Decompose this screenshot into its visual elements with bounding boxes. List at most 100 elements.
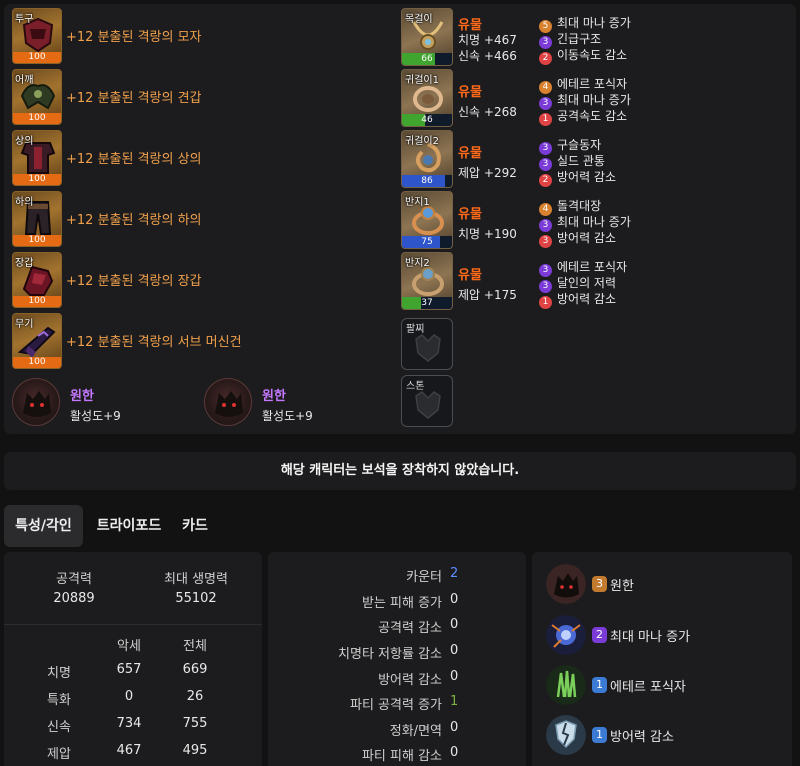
accessory-slot-label: 반지2 bbox=[405, 258, 430, 269]
stat-accessory: 467 bbox=[116, 743, 142, 758]
col-header-total: 전체 bbox=[183, 639, 207, 654]
broken-shield-icon bbox=[546, 715, 586, 755]
quality-bar: 100 bbox=[13, 113, 61, 124]
accessory-stat: 신속 +268 bbox=[458, 105, 517, 119]
ability-stone-stat: 활성도+9 bbox=[262, 409, 313, 423]
placeholder-emblem-icon bbox=[415, 391, 441, 419]
beast-icon bbox=[204, 378, 252, 426]
accessory-earring-1[interactable]: 귀걸이1 46 유물 신속 +268 4 에테르 포식자 3 최대 마나 증가 1공… bbox=[401, 69, 791, 127]
divider bbox=[4, 624, 262, 625]
gear-slot-label: 하의 bbox=[15, 197, 34, 208]
accessory-stat: 치명 +467 bbox=[458, 33, 517, 47]
engraving-name: 최대 마나 증가 bbox=[610, 630, 691, 645]
quality-bar: 100 bbox=[13, 52, 61, 63]
engraving-name: 방어력 감소 bbox=[610, 730, 674, 745]
engraving-line: 1 공격속도 감소 bbox=[539, 107, 627, 126]
stat-total: 26 bbox=[186, 689, 204, 704]
shoulder-armor-icon: 어깨 100 bbox=[12, 69, 62, 125]
tab-cards[interactable]: 카드 bbox=[175, 505, 215, 547]
helmet-icon: 투구 100 bbox=[12, 8, 62, 64]
quality-bar: 100 bbox=[13, 174, 61, 185]
stat-name: 제압 bbox=[47, 747, 71, 762]
engraving-item[interactable]: 3 원한 bbox=[546, 564, 786, 604]
quality-bar: 46 bbox=[402, 114, 452, 126]
beast-icon bbox=[546, 564, 586, 604]
earring-icon: 귀걸이2 86 bbox=[401, 130, 453, 188]
stat-accessory: 0 bbox=[124, 689, 134, 704]
pants-armor-icon: 하의 100 bbox=[12, 191, 62, 247]
accessory-grade: 유물 bbox=[458, 268, 482, 283]
accessory-grade: 유물 bbox=[458, 146, 482, 161]
accessory-stat: 신속 +466 bbox=[458, 49, 517, 63]
stat-total: 669 bbox=[182, 662, 208, 677]
gear-name: +12 분출된 격랑의 모자 bbox=[66, 30, 202, 45]
stat-name: 특화 bbox=[47, 693, 71, 708]
engraving-name: 원한 bbox=[610, 579, 634, 594]
gear-item-shoulder[interactable]: 어깨 100 +12 분출된 격랑의 견갑 bbox=[12, 69, 392, 127]
gear-name: +12 분출된 격랑의 서브 머신건 bbox=[66, 335, 242, 350]
gear-slot-label: 어깨 bbox=[15, 75, 34, 86]
accessory-necklace[interactable]: 목걸이 66 유물 치명 +467 신속 +466 5 최대 마나 증가 3 긴급구… bbox=[401, 8, 791, 66]
quality-bar: 75 bbox=[402, 236, 452, 248]
extra-stat-row: 공격력 감소 0 bbox=[378, 617, 459, 636]
stat-accessory: 734 bbox=[116, 716, 142, 731]
extra-stat-row: 받는 피해 증가 0 bbox=[361, 592, 459, 611]
engraving-line: 2 이동속도 감소 bbox=[539, 46, 627, 65]
accessory-slot-label: 반지1 bbox=[405, 197, 430, 208]
gear-item-gloves[interactable]: 장갑 100 +12 분출된 격랑의 장갑 bbox=[12, 252, 392, 310]
gear-slot-label: 장갑 bbox=[15, 258, 34, 269]
engraving-level: 3 bbox=[592, 576, 607, 592]
quality-bar: 100 bbox=[13, 235, 61, 246]
gear-item-chest[interactable]: 상의 100 +12 분출된 격랑의 상의 bbox=[12, 130, 392, 188]
engraving-item[interactable]: 2 최대 마나 증가 bbox=[546, 615, 786, 655]
quality-bar: 66 bbox=[402, 53, 452, 65]
stat-total: 755 bbox=[182, 716, 208, 731]
gear-name: +12 분출된 격랑의 하의 bbox=[66, 213, 202, 228]
stats-panel: 공격력 20889 최대 생명력 55102 악세 전체 치명 657 669 … bbox=[4, 552, 262, 766]
ring-icon: 반지2 37 bbox=[401, 252, 453, 310]
engraving-name: 에테르 포식자 bbox=[610, 680, 686, 695]
extra-stat-row: 카운터 2 bbox=[406, 566, 459, 585]
extra-stat-row: 파티 공격력 증가 1 bbox=[350, 694, 459, 713]
stat-accessory: 657 bbox=[116, 662, 142, 677]
quality-bar: 100 bbox=[13, 357, 61, 368]
engraving-level: 1 bbox=[592, 727, 607, 743]
ability-stone-stat: 활성도+9 bbox=[70, 409, 121, 423]
engraving-line: 1 방어력 감소 bbox=[539, 290, 616, 309]
gem-notice: 해당 캐릭터는 보석을 장착하지 않았습니다. bbox=[4, 452, 796, 490]
gear-item-helmet[interactable]: 투구 100 +12 분출된 격랑의 모자 bbox=[12, 8, 392, 66]
chest-armor-icon: 상의 100 bbox=[12, 130, 62, 186]
submachine-gun-icon: 무기 100 bbox=[12, 313, 62, 369]
tab-tripod[interactable]: 트라이포드 bbox=[87, 505, 171, 547]
ability-stone-2[interactable]: 원한 활성도+9 bbox=[204, 378, 394, 430]
engraving-item[interactable]: 1 에테르 포식자 bbox=[546, 665, 786, 705]
accessory-grade: 유물 bbox=[458, 85, 482, 100]
stone-slot[interactable]: 스톤 bbox=[401, 375, 453, 427]
beast-icon bbox=[12, 378, 60, 426]
accessory-stat: 치명 +190 bbox=[458, 227, 517, 241]
gear-item-weapon[interactable]: 무기 100 +12 분출된 격랑의 서브 머신건 bbox=[12, 313, 392, 371]
engraving-line: 2 방어력 감소 bbox=[539, 168, 616, 187]
engravings-panel: 3 원한 2 최대 마나 증가 1 에테르 포식자 1 방어력 감소 bbox=[532, 552, 792, 766]
ether-claw-icon bbox=[546, 665, 586, 705]
extra-stat-row: 치명타 저항률 감소 0 bbox=[338, 643, 459, 662]
gear-item-pants[interactable]: 하의 100 +12 분출된 격랑의 하의 bbox=[12, 191, 392, 249]
accessory-ring-2[interactable]: 반지2 37 유물 제압 +175 3 에테르 포식자 3 달인의 저력 1 방어력 … bbox=[401, 252, 791, 310]
gear-slot-label: 투구 bbox=[15, 14, 34, 25]
engraving-item[interactable]: 1 방어력 감소 bbox=[546, 715, 786, 755]
engraving-level: 1 bbox=[592, 677, 607, 693]
accessory-earring-2[interactable]: 귀걸이2 86 유물 제압 +292 3 구슬동자 3 실드 관통 2 방어력 감소 bbox=[401, 130, 791, 188]
gear-name: +12 분출된 격랑의 견갑 bbox=[66, 91, 202, 106]
accessory-ring-1[interactable]: 반지1 75 유물 치명 +190 4 돌격대장 3 최대 마나 증가 3 방어력 감… bbox=[401, 191, 791, 249]
quality-bar: 100 bbox=[13, 296, 61, 307]
ability-stone-1[interactable]: 원한 활성도+9 bbox=[12, 378, 202, 430]
equipment-panel: 투구 100 +12 분출된 격랑의 모자 어깨 100 +12 분출된 격랑의… bbox=[4, 4, 796, 434]
max-hp-label: 최대 생명력 bbox=[164, 572, 228, 587]
bracelet-slot[interactable]: 팔찌 bbox=[401, 318, 453, 370]
accessory-stat: 제압 +175 bbox=[458, 288, 517, 302]
attack-label: 공격력 bbox=[56, 572, 92, 587]
engraving-line: 3 방어력 감소 bbox=[539, 229, 616, 248]
max-hp-value: 55102 bbox=[175, 591, 217, 606]
gloves-icon: 장갑 100 bbox=[12, 252, 62, 308]
tab-traits-engravings[interactable]: 특성/각인 bbox=[4, 505, 83, 547]
